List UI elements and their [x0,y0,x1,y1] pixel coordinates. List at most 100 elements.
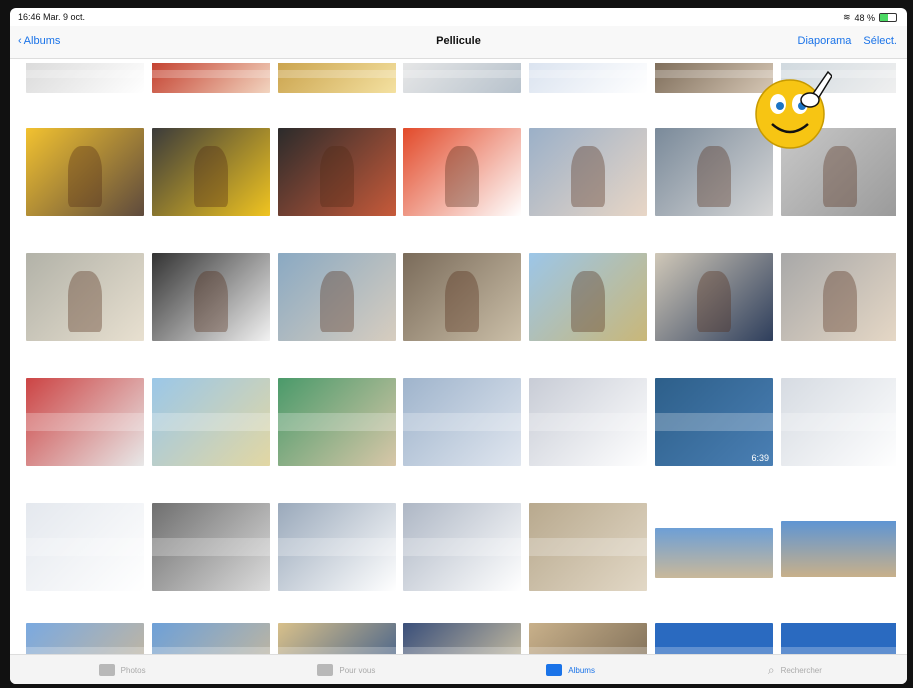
photo-subject [194,270,228,333]
photo-content: 6:39 [655,378,773,466]
photo-detail [529,538,647,556]
photo-thumbnail[interactable] [26,503,144,591]
nav-actions: Diaporama Sélect. [798,35,897,47]
photo-subject [445,145,479,208]
photo-thumbnail[interactable] [26,378,144,466]
photo-content [278,63,396,93]
tab-bar: Photos Pour vous Albums ⌕ Rechercher [10,654,907,684]
screen: 16:46 Mar. 9 oct. ≋ 48 % ‹ Albums Pellic… [10,8,907,684]
photo-content [781,378,896,466]
photo-subject [194,145,228,208]
photo-thumbnail[interactable] [403,128,521,216]
photo-thumbnail[interactable] [403,503,521,591]
photo-content [152,63,270,93]
battery-percent: 48 % [854,12,875,23]
photo-subject [320,270,354,333]
photo-detail [278,538,396,556]
photo-thumbnail[interactable] [26,128,144,216]
photo-detail [529,413,647,431]
tab-search-label: Rechercher [780,665,822,675]
photo-content [529,128,647,216]
photo-thumbnail[interactable] [152,128,270,216]
photo-detail [26,538,144,556]
photo-subject [697,270,731,333]
status-right: ≋ 48 % [843,12,897,23]
photo-detail [529,70,647,78]
photo-thumbnail[interactable] [403,378,521,466]
photo-thumbnail[interactable] [529,63,647,93]
tab-albums[interactable]: Albums [459,655,683,684]
photo-content [26,378,144,466]
tab-search[interactable]: ⌕ Rechercher [683,655,907,684]
photo-thumbnail[interactable] [781,253,896,341]
battery-fill [880,14,888,21]
photo-detail [403,70,521,78]
photo-thumbnail[interactable] [278,253,396,341]
photo-subject [445,270,479,333]
photo-thumbnail[interactable] [278,378,396,466]
tab-photos-label: Photos [120,665,146,675]
photo-thumbnail[interactable] [781,378,896,466]
photo-thumbnail[interactable] [403,63,521,93]
photo-detail [403,413,521,431]
photo-content [152,128,270,216]
photo-thumbnail[interactable] [26,63,144,93]
photo-subject [571,145,605,208]
photo-thumbnail[interactable] [278,128,396,216]
photo-content [529,63,647,93]
photo-subject [697,145,731,208]
for-you-icon [317,664,334,676]
photo-detail [152,538,270,556]
photo-thumbnail[interactable] [152,503,270,591]
photo-content [278,253,396,341]
video-duration: 6:39 [751,453,769,463]
photo-content [781,253,896,341]
photo-detail [26,413,144,431]
photo-thumbnail[interactable] [278,63,396,93]
photo-subject [68,270,102,333]
tab-for-you[interactable]: Pour vous [234,655,458,684]
photo-thumbnail[interactable] [529,503,647,591]
page-title: Pellicule [436,35,481,47]
photo-detail [655,413,773,431]
photo-content [278,503,396,591]
photo-thumbnail[interactable] [529,253,647,341]
photo-thumbnail[interactable] [529,378,647,466]
wifi-icon: ≋ [842,12,851,22]
photo-content [152,253,270,341]
panorama-thumbnail[interactable] [781,521,896,577]
photo-content [152,503,270,591]
photo-detail [152,70,270,78]
photo-thumbnail[interactable] [26,253,144,341]
photo-thumbnail[interactable] [529,128,647,216]
photo-thumbnail[interactable] [403,253,521,341]
photo-thumbnail[interactable] [152,378,270,466]
photo-thumbnail[interactable] [152,63,270,93]
photo-content [403,378,521,466]
photo-content [403,63,521,93]
panorama-thumbnail[interactable] [655,528,773,578]
battery-icon [879,13,897,22]
slideshow-button[interactable]: Diaporama [798,35,852,47]
tab-photos[interactable]: Photos [10,655,234,684]
search-icon: ⌕ [767,662,775,677]
photo-thumbnail[interactable] [152,253,270,341]
status-bar: 16:46 Mar. 9 oct. ≋ 48 % [10,8,907,26]
photo-detail [152,413,270,431]
select-button[interactable]: Sélect. [863,35,897,47]
photo-thumbnail[interactable] [278,503,396,591]
photo-content [278,378,396,466]
photo-content [403,128,521,216]
photo-content [152,378,270,466]
tab-albums-label: Albums [568,665,595,675]
photo-content [529,503,647,591]
photo-content [26,253,144,341]
photo-detail [26,70,144,78]
photo-subject [68,145,102,208]
photo-thumbnail[interactable]: 6:39 [655,378,773,466]
photo-subject [823,270,857,333]
photo-thumbnail[interactable] [655,253,773,341]
photo-grid: 6:39 [26,63,896,663]
photo-subject [823,145,857,208]
smiley-pointing-hand-icon [755,70,832,149]
